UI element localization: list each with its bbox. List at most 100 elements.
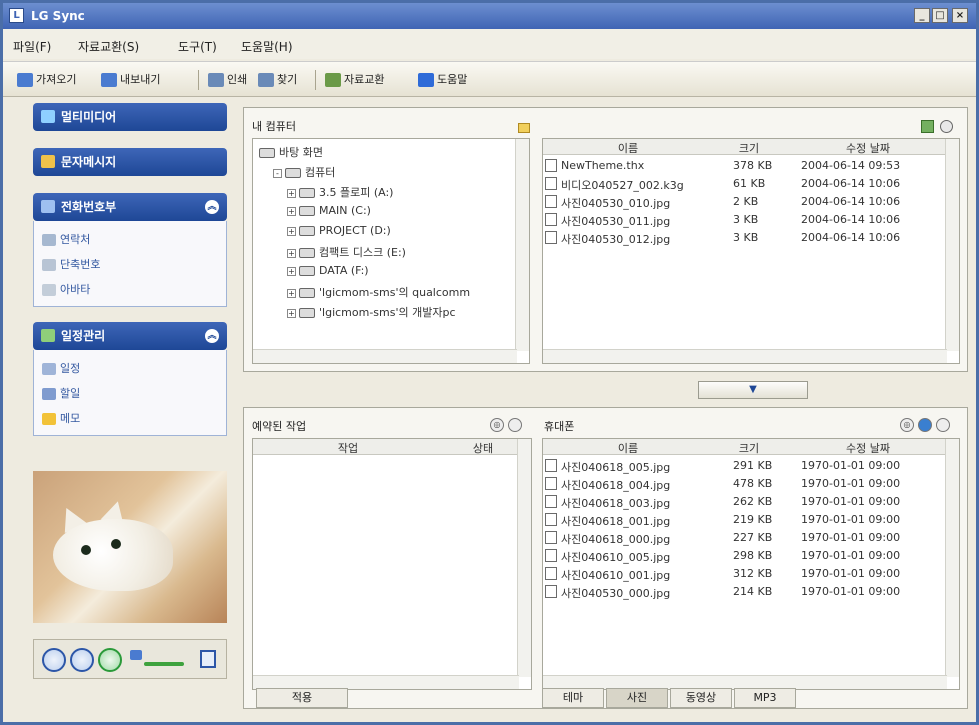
col-size[interactable]: 크기	[719, 140, 779, 156]
expand-icon[interactable]: +	[287, 248, 296, 258]
tab-0[interactable]: 테마	[542, 688, 604, 708]
tree-item[interactable]: + 'lgicmom-sms'의 qualcomm	[287, 284, 470, 300]
volume-slider[interactable]	[144, 662, 184, 666]
add-icon[interactable]: ◎	[900, 418, 914, 432]
mycomputer-panel: 내 컴퓨터 바탕 화면 - 컴퓨터 +3.5 플로피 (A:) + MAIN (C:) + P…	[243, 107, 968, 372]
table-row[interactable]: 사진040530_000.jpg 214 KB 1970-01-01 09:00	[543, 583, 947, 601]
expand-icon[interactable]: +	[287, 288, 296, 298]
task-hscroll[interactable]	[253, 675, 519, 689]
expand-icon[interactable]: +	[287, 188, 296, 198]
collapse-icon[interactable]: -	[273, 168, 282, 178]
col-size[interactable]: 크기	[719, 440, 779, 456]
transfer-down-button[interactable]: ▼	[698, 381, 808, 399]
tree-vscroll[interactable]	[515, 139, 529, 351]
tree-item[interactable]: + MAIN (C:)	[287, 204, 371, 217]
equalizer-button[interactable]	[98, 648, 122, 672]
playlist-icon[interactable]	[200, 650, 216, 668]
sidebar-item-contacts[interactable]: 연락처	[42, 231, 90, 247]
sidebar-item-calendar[interactable]: 일정	[42, 360, 80, 376]
toolbar-help-button[interactable]: 도움말	[418, 72, 467, 90]
sidebar-item-avatar[interactable]: 아바타	[42, 281, 90, 297]
pc-list-hscroll[interactable]	[543, 349, 947, 363]
phone-list-hscroll[interactable]	[543, 675, 947, 689]
file-size: 61 KB	[733, 177, 766, 190]
menu-exchange[interactable]: 자료교환(S)	[78, 38, 139, 55]
table-row[interactable]: 사진040610_001.jpg 312 KB 1970-01-01 09:00	[543, 565, 947, 583]
close-button[interactable]: ×	[952, 8, 968, 23]
print-icon	[208, 73, 224, 87]
tree-item-label: 바탕 화면	[279, 146, 323, 159]
table-row[interactable]: 비디오040527_002.k3g 61 KB 2004-06-14 10:06	[543, 175, 947, 193]
phone-list-vscroll[interactable]	[945, 439, 959, 677]
collapse-icon[interactable]: ︽	[205, 200, 219, 214]
settings-icon[interactable]	[940, 120, 953, 133]
tree-item[interactable]: + PROJECT (D:)	[287, 224, 391, 237]
tab-1[interactable]: 사진	[606, 688, 668, 708]
toolbar-button-label: 내보내기	[120, 73, 161, 86]
menu-file[interactable]: 파일(F)	[13, 38, 51, 55]
delete-icon[interactable]	[936, 418, 950, 432]
toolbar-find-button[interactable]: 찾기	[258, 72, 297, 90]
toolbar-print-button[interactable]: 인쇄	[208, 72, 247, 90]
tree-item[interactable]: + 컴팩트 디스크 (E:)	[287, 244, 406, 260]
app-window: L LG Sync _ □ × 파일(F) 자료교환(S) 도구(T) 도움말(…	[0, 0, 979, 725]
sidebar-messages[interactable]: 문자메시지	[33, 148, 227, 176]
delete-task-icon[interactable]	[508, 418, 522, 432]
table-row[interactable]: 사진040530_010.jpg 2 KB 2004-06-14 10:06	[543, 193, 947, 211]
sidebar-multimedia[interactable]: 멀티미디어	[33, 103, 227, 131]
tree-item[interactable]: 바탕 화면	[259, 144, 323, 160]
tree-hscroll[interactable]	[253, 349, 517, 363]
collapse-icon[interactable]: ︽	[205, 329, 219, 343]
apply-button[interactable]: 적용	[256, 688, 348, 708]
tree-item[interactable]: + DATA (F:)	[287, 264, 369, 277]
col-status[interactable]: 상태	[453, 440, 513, 456]
sidebar-item-speed-dial[interactable]: 단축번호	[42, 256, 100, 272]
folder-tree: 바탕 화면 - 컴퓨터 +3.5 플로피 (A:) + MAIN (C:) + PROJECT…	[252, 138, 530, 364]
table-row[interactable]: 사진040618_005.jpg 291 KB 1970-01-01 09:00	[543, 457, 947, 475]
table-row[interactable]: 사진040530_012.jpg 3 KB 2004-06-14 10:06	[543, 229, 947, 247]
refresh-icon[interactable]	[921, 120, 934, 133]
menu-tools[interactable]: 도구(T)	[178, 38, 217, 55]
maximize-button[interactable]: □	[932, 8, 948, 23]
task-vscroll[interactable]	[517, 439, 531, 677]
col-name[interactable]: 이름	[543, 140, 713, 156]
table-row[interactable]: 사진040618_003.jpg 262 KB 1970-01-01 09:00	[543, 493, 947, 511]
sidebar-phonebook[interactable]: 전화번호부 ︽	[33, 193, 227, 221]
expand-icon[interactable]: +	[287, 226, 296, 236]
toolbar-exchange-button[interactable]: 자료교환	[325, 72, 384, 90]
table-row[interactable]: 사진040618_000.jpg 227 KB 1970-01-01 09:00	[543, 529, 947, 547]
col-date[interactable]: 수정 날짜	[793, 440, 943, 456]
expand-icon[interactable]: +	[287, 308, 296, 318]
table-row[interactable]: NewTheme.thx 378 KB 2004-06-14 09:53	[543, 157, 947, 175]
tab-2[interactable]: 동영상	[670, 688, 732, 708]
tab-3[interactable]: MP3	[734, 688, 796, 708]
sidebar-item-todo[interactable]: 할일	[42, 385, 80, 401]
file-name: 사진040618_001.jpg	[561, 515, 671, 528]
table-row[interactable]: 사진040618_004.jpg 478 KB 1970-01-01 09:00	[543, 475, 947, 493]
table-row[interactable]: 사진040610_005.jpg 298 KB 1970-01-01 09:00	[543, 547, 947, 565]
sidebar-schedule[interactable]: 일정관리 ︽	[33, 322, 227, 350]
tree-item[interactable]: + 'lgicmom-sms'의 개발자pc	[287, 304, 456, 320]
add-task-icon[interactable]: ◎	[490, 418, 504, 432]
pc-list-vscroll[interactable]	[945, 139, 959, 351]
col-name[interactable]: 이름	[543, 440, 713, 456]
file-icon	[545, 177, 557, 190]
folder-icon[interactable]	[518, 123, 530, 133]
menu-help[interactable]: 도움말(H)	[241, 38, 293, 55]
table-row[interactable]: 사진040618_001.jpg 219 KB 1970-01-01 09:00	[543, 511, 947, 529]
upload-icon[interactable]	[918, 418, 932, 432]
table-row[interactable]: 사진040530_011.jpg 3 KB 2004-06-14 10:06	[543, 211, 947, 229]
col-date[interactable]: 수정 날짜	[793, 140, 943, 156]
minimize-button[interactable]: _	[914, 8, 930, 23]
play-button[interactable]	[42, 648, 66, 672]
todo-icon	[42, 388, 56, 400]
sidebar-item-memo[interactable]: 메모	[42, 410, 80, 426]
expand-icon[interactable]: +	[287, 206, 296, 216]
tree-item[interactable]: +3.5 플로피 (A:)	[287, 184, 393, 200]
expand-icon[interactable]: +	[287, 266, 296, 276]
toolbar-export-button[interactable]: 내보내기	[101, 72, 160, 90]
stop-button[interactable]	[70, 648, 94, 672]
col-task[interactable]: 작업	[253, 440, 443, 456]
toolbar-import-button[interactable]: 가져오기	[17, 72, 76, 90]
tree-item[interactable]: - 컴퓨터	[273, 164, 335, 180]
